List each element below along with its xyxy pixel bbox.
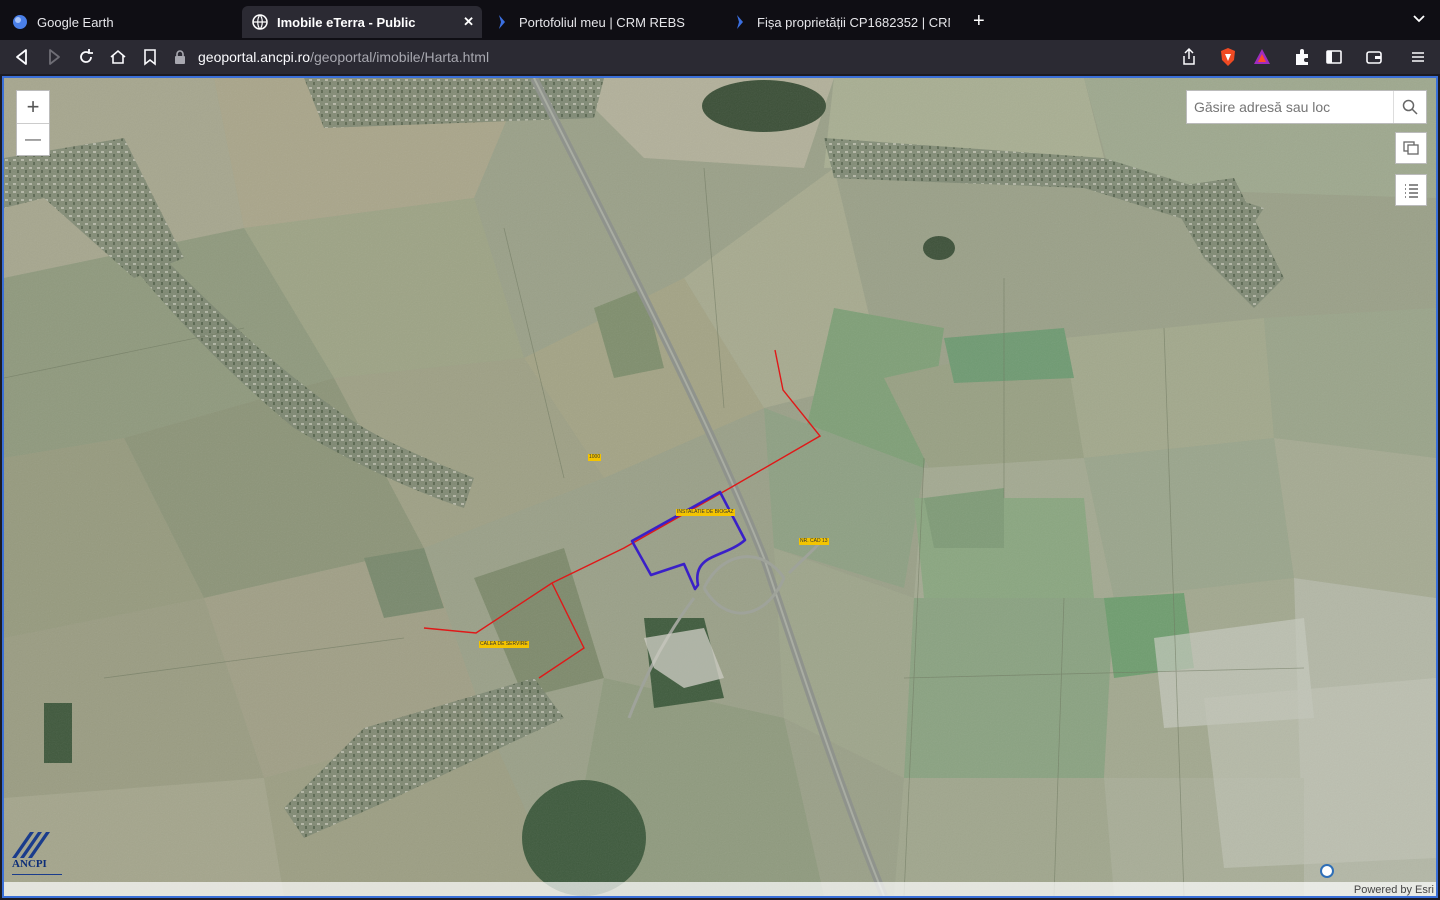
- tab-list-chevron-icon[interactable]: [1412, 12, 1426, 26]
- ancpi-logo: [12, 832, 62, 875]
- globe-icon: [252, 14, 268, 30]
- slider-handle[interactable]: [1320, 864, 1334, 878]
- home-icon[interactable]: [108, 47, 128, 67]
- url-path: /geoportal/imobile/Harta.html: [310, 49, 490, 65]
- wallet-icon[interactable]: [1364, 47, 1384, 67]
- tab-google-earth[interactable]: Google Earth: [2, 6, 240, 38]
- parcel-label: NR. CAD 13: [799, 538, 829, 545]
- tab-label: Google Earth: [37, 14, 114, 30]
- browser-toolbar: geoportal.ancpi.ro/geoportal/imobile/Har…: [0, 40, 1440, 74]
- sidebar-icon[interactable]: [1324, 47, 1344, 67]
- forward-icon[interactable]: [44, 47, 64, 67]
- tab-strip: Google Earth Imobile eTerra - Public ✕ P…: [0, 0, 1440, 40]
- bookmark-icon[interactable]: [140, 47, 160, 67]
- url-domain: geoportal.ancpi.ro: [198, 49, 311, 65]
- tab-portofoliu[interactable]: Portofoliul meu | CRM REBS: [484, 6, 720, 38]
- parcel-label: INSTALATIE DE BIOGAZ: [676, 509, 735, 516]
- zoom-out-button[interactable]: —: [17, 123, 49, 155]
- basemap-gallery-button[interactable]: [1395, 132, 1427, 164]
- extensions-icon[interactable]: [1292, 47, 1312, 67]
- lock-icon: [175, 50, 185, 64]
- address-search: [1186, 90, 1427, 124]
- tab-label: Portofoliul meu | CRM REBS: [519, 14, 685, 30]
- ancpi-logo-text: ANCPI: [12, 858, 47, 870]
- back-icon[interactable]: [12, 47, 32, 67]
- attribution-bar: Powered by Esri: [4, 882, 1436, 896]
- share-icon[interactable]: [1179, 47, 1199, 67]
- legend-button[interactable]: [1395, 174, 1427, 206]
- url-text: geoportal.ancpi.ro/geoportal/imobile/Har…: [198, 49, 489, 65]
- address-bar[interactable]: geoportal.ancpi.ro/geoportal/imobile/Har…: [174, 43, 1208, 71]
- zoom-controls: + —: [16, 90, 50, 156]
- satellite-map[interactable]: [4, 78, 1436, 896]
- tab-label: Fișa proprietății CP1682352 | CRM REBS: [757, 14, 950, 30]
- crm-favicon-icon: [499, 15, 505, 29]
- search-input[interactable]: [1187, 91, 1393, 123]
- parcel-label: 1000: [588, 454, 602, 461]
- crm-favicon-icon: [737, 15, 743, 29]
- reload-icon[interactable]: [76, 47, 96, 67]
- menu-icon[interactable]: [1408, 47, 1428, 67]
- list-icon: [1405, 184, 1418, 198]
- google-earth-favicon-icon: [13, 15, 27, 29]
- parcel-label: CALEA DE SERVIRE: [479, 641, 529, 648]
- search-button[interactable]: [1393, 91, 1426, 123]
- close-tab-icon[interactable]: ✕: [463, 14, 474, 30]
- tab-label: Imobile eTerra - Public: [277, 14, 416, 30]
- new-tab-button[interactable]: +: [973, 10, 985, 33]
- map-viewport[interactable]: 1000 INSTALATIE DE BIOGAZ NR. CAD 13 CAL…: [2, 76, 1438, 898]
- brave-shield-icon[interactable]: [1218, 47, 1238, 67]
- brave-rewards-icon[interactable]: [1252, 47, 1272, 67]
- zoom-in-button[interactable]: +: [17, 91, 49, 123]
- map-layers-icon: [1403, 141, 1419, 155]
- tab-fisa-proprietatii[interactable]: Fișa proprietății CP1682352 | CRM REBS: [722, 6, 960, 38]
- search-icon: [1402, 99, 1418, 115]
- tab-imobile-eterra[interactable]: Imobile eTerra - Public ✕: [242, 6, 482, 38]
- powered-by-esri[interactable]: Powered by Esri: [1354, 884, 1434, 896]
